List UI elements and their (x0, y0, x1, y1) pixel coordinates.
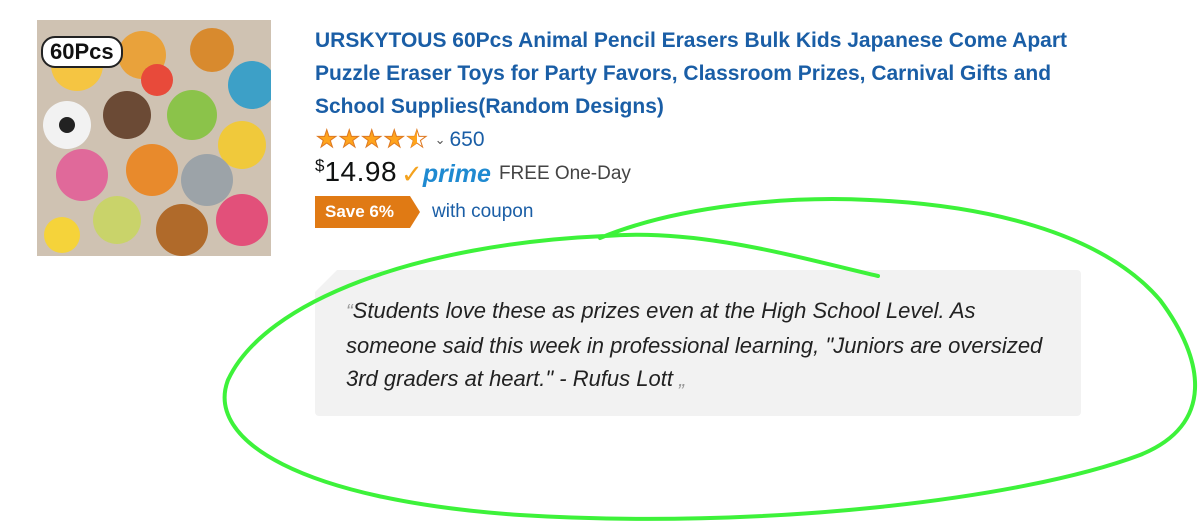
shipping-text: FREE One-Day (498, 163, 631, 184)
prime-logo: prime (422, 160, 491, 188)
review-quote-box: “Students love these as prizes even at t… (315, 270, 1081, 416)
star-half-icon: ★ (406, 127, 428, 152)
price-row: $ 14.98 ✓ prime FREE One-Day (315, 156, 631, 188)
review-count-link[interactable]: 650 (449, 128, 484, 152)
product-title-link[interactable]: URSKYTOUS 60Pcs Animal Pencil Erasers Bu… (315, 24, 1075, 123)
save-badge: Save 6% (315, 196, 420, 228)
review-quote: “Students love these as prizes even at t… (346, 294, 1056, 397)
star-icon: ★ (361, 126, 383, 153)
star-icon: ★ (383, 126, 406, 153)
price-currency: $ (315, 156, 325, 175)
star-icon: ★ (338, 126, 361, 153)
image-badge: 60Pcs (41, 36, 123, 68)
coupon-link[interactable]: with coupon (432, 201, 533, 223)
coupon-row: Save 6% with coupon (315, 196, 533, 228)
prime-check-icon: ✓ (401, 159, 423, 189)
close-quote-mark: „ (679, 369, 686, 391)
price-value: 14.98 (324, 156, 398, 187)
star-icon: ★ (316, 126, 338, 153)
product-image[interactable]: 60Pcs (37, 20, 271, 256)
open-quote-mark: “ (346, 301, 353, 323)
review-text: Students love these as prizes even at th… (346, 298, 1043, 391)
rating-row[interactable]: ★ ★ ★ ★ ★ ⌄ 650 (316, 126, 485, 154)
chevron-down-icon[interactable]: ⌄ (435, 132, 446, 148)
